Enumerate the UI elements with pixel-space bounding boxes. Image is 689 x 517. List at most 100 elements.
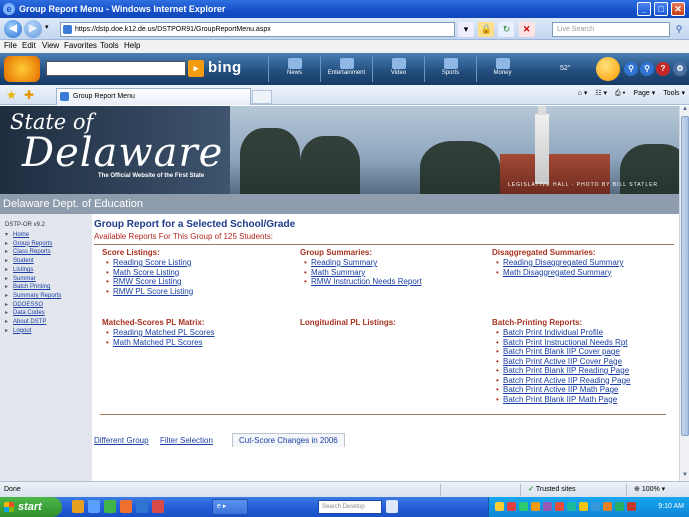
math-disaggregated-link[interactable]: Math Disaggregated Summary <box>496 268 624 278</box>
dropdown-arrow-icon[interactable]: ▾ <box>458 22 474 37</box>
ie-quicklaunch-icon[interactable] <box>88 500 100 513</box>
print-icon[interactable]: ⎙ ▾ <box>615 90 626 97</box>
new-tab-button[interactable] <box>252 90 272 104</box>
tray-icon[interactable] <box>591 502 600 511</box>
quicklaunch-icon[interactable] <box>72 500 84 513</box>
batch-active-iip-math-link[interactable]: Batch Print Active IIP Math Page <box>496 385 630 395</box>
nav-item-class-reports[interactable]: ▸ Class Reports <box>5 248 61 257</box>
search-icon[interactable]: ⚲ <box>672 22 686 37</box>
tray-icon[interactable] <box>615 502 624 511</box>
scroll-down-icon[interactable]: ▼ <box>680 472 689 481</box>
nav-item-logout[interactable]: ▸ Logout <box>5 327 61 336</box>
nav-item-ddoesso[interactable]: ▸ DDOESSO <box>5 301 61 310</box>
tray-icon[interactable] <box>531 502 540 511</box>
batch-blank-iip-math-link[interactable]: Batch Print Blank IIP Math Page <box>496 395 630 405</box>
quicklaunch-icon[interactable] <box>104 500 116 513</box>
vertical-scrollbar[interactable]: ▲ ▼ <box>679 106 689 481</box>
refresh-icon[interactable]: ↻ <box>498 22 515 37</box>
tray-icon[interactable] <box>579 502 588 511</box>
feeds-icon[interactable]: ☷ ▾ <box>595 90 607 97</box>
security-zone[interactable]: ✓ Trusted sites <box>528 485 576 493</box>
tools-menu[interactable]: Tools ▾ <box>663 90 685 97</box>
tray-icon[interactable] <box>495 502 504 511</box>
scroll-up-icon[interactable]: ▲ <box>680 106 689 115</box>
bing-search-button[interactable]: ▸ <box>188 60 204 77</box>
lock-icon[interactable]: 🔒 <box>478 22 495 37</box>
reading-summary-link[interactable]: Reading Summary <box>304 258 422 268</box>
taskbar-clock[interactable]: 9:10 AM <box>658 503 684 510</box>
toolbar-search-icon[interactable]: ⚲ <box>624 62 638 76</box>
filter-selection-link[interactable]: Filter Selection <box>160 436 213 445</box>
different-group-link[interactable]: Different Group <box>94 436 149 445</box>
tab-group-report-menu[interactable]: Group Report Menu <box>56 88 251 105</box>
home-icon[interactable]: ⌂ ▾ <box>578 90 588 97</box>
tray-icon[interactable] <box>555 502 564 511</box>
start-button[interactable]: start <box>0 497 62 517</box>
tray-icon[interactable] <box>543 502 552 511</box>
nav-item-about-dstp[interactable]: ▸ About DSTP <box>5 318 61 327</box>
favorites-star-icon[interactable]: ★ <box>6 88 17 102</box>
tray-icon[interactable] <box>567 502 576 511</box>
tray-icon[interactable] <box>507 502 516 511</box>
batch-instructional-needs-link[interactable]: Batch Print Instructional Needs Rpt <box>496 338 630 348</box>
quicklaunch-icon[interactable] <box>152 500 164 513</box>
scroll-thumb[interactable] <box>681 116 689 436</box>
batch-active-iip-cover-link[interactable]: Batch Print Active IIP Cover Page <box>496 357 630 367</box>
nav-item-listings[interactable]: ▸ Listings <box>5 266 61 275</box>
cut-score-changes-link[interactable]: Cut-Score Changes in 2006 <box>232 433 345 447</box>
quicklaunch-icon[interactable] <box>136 500 148 513</box>
desktop-search-input[interactable]: Search Desktop <box>318 500 382 514</box>
toolbar-options-icon[interactable]: ⚙ <box>673 62 687 76</box>
forward-button[interactable]: ▶ <box>24 20 42 38</box>
quicklaunch-icon[interactable] <box>120 500 132 513</box>
nav-item-data-codes[interactable]: ▸ Data Codes <box>5 309 61 318</box>
address-input[interactable]: https://dstp.doe.k12.de.us/DSTPOR91/Grou… <box>60 22 455 37</box>
math-summary-link[interactable]: Math Summary <box>304 268 422 278</box>
nav-item-batch-printing[interactable]: ▸ Batch Printing <box>5 283 61 292</box>
batch-active-iip-reading-link[interactable]: Batch Print Active IIP Reading Page <box>496 376 630 386</box>
maximize-button[interactable]: □ <box>654 2 668 16</box>
desktop-search-icon[interactable] <box>386 500 398 513</box>
bing-search-input[interactable] <box>46 61 186 76</box>
weather-sun-icon[interactable] <box>596 57 620 81</box>
rmw-instruction-needs-link[interactable]: RMW Instruction Needs Report <box>304 277 422 287</box>
nav-item-group-reports[interactable]: ▸ Group Reports <box>5 240 61 249</box>
live-search-input[interactable]: Live Search <box>552 22 670 37</box>
menu-favorites[interactable]: Favorites <box>64 41 97 50</box>
bing-tab-video[interactable]: Video <box>372 56 424 82</box>
bing-tab-entertainment[interactable]: Entertainment <box>320 56 372 82</box>
history-dropdown-icon[interactable]: ▾ <box>45 23 49 31</box>
batch-individual-profile-link[interactable]: Batch Print Individual Profile <box>496 328 630 338</box>
bing-tab-news[interactable]: News <box>268 56 320 82</box>
batch-blank-iip-reading-link[interactable]: Batch Print Blank IIP Reading Page <box>496 366 630 376</box>
menu-edit[interactable]: Edit <box>22 41 36 50</box>
tray-icon[interactable] <box>519 502 528 511</box>
help-icon[interactable]: ? <box>656 62 670 76</box>
rmw-pl-score-listing-link[interactable]: RMW PL Score Listing <box>106 287 193 297</box>
nav-item-summary-reports[interactable]: ▸ Summary Reports <box>5 292 61 301</box>
reading-disaggregated-link[interactable]: Reading Disaggregated Summary <box>496 258 624 268</box>
stop-icon[interactable]: ✕ <box>518 22 535 37</box>
batch-blank-iip-cover-link[interactable]: Batch Print Blank IIP Cover page <box>496 347 630 357</box>
back-button[interactable]: ◀ <box>4 20 22 38</box>
minimize-button[interactable]: _ <box>637 2 651 16</box>
menu-help[interactable]: Help <box>124 41 140 50</box>
nav-item-student[interactable]: ▸ Student <box>5 257 61 266</box>
toolbar-magnify-icon[interactable]: ⚲ <box>640 62 654 76</box>
rmw-score-listing-link[interactable]: RMW Score Listing <box>106 277 193 287</box>
tray-icon[interactable] <box>603 502 612 511</box>
taskbar-window-button[interactable]: e ▸ <box>212 499 248 515</box>
nav-item-home[interactable]: ▾ Home <box>5 231 61 240</box>
add-favorites-icon[interactable]: ✚ <box>24 88 34 102</box>
zoom-level[interactable]: ⊕ 100% ▾ <box>634 485 665 493</box>
menu-file[interactable]: File <box>4 41 17 50</box>
close-button[interactable]: ✕ <box>671 2 685 16</box>
tray-icon[interactable] <box>627 502 636 511</box>
menu-view[interactable]: View <box>42 41 59 50</box>
page-menu[interactable]: Page ▾ <box>633 90 655 97</box>
weather-temp[interactable]: 52° <box>560 65 571 72</box>
nav-item-summar[interactable]: ▸ Summar <box>5 275 61 284</box>
bing-tab-sports[interactable]: Sports <box>424 56 476 82</box>
math-matched-pl-link[interactable]: Math Matched PL Scores <box>106 338 215 348</box>
menu-tools[interactable]: Tools <box>100 41 119 50</box>
